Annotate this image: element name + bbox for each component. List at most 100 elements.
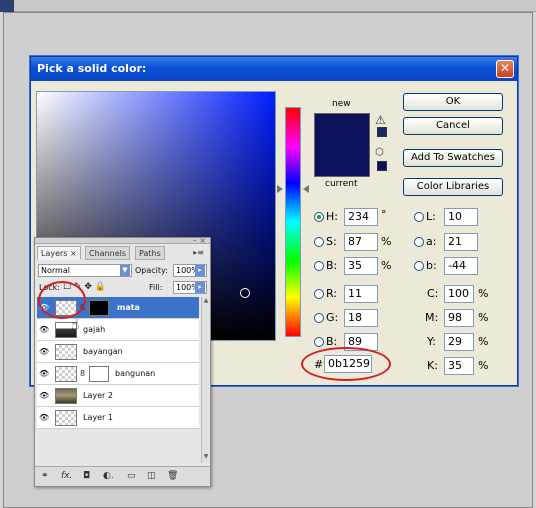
green-label: G: xyxy=(326,311,339,324)
green-input[interactable]: 18 xyxy=(344,309,378,327)
eye-icon[interactable]: 👁 xyxy=(39,347,49,356)
layer-thumbnail xyxy=(55,388,77,404)
layers-scrollbar[interactable]: ▲ ▼ xyxy=(201,297,209,463)
panel-close-icon[interactable]: – × xyxy=(193,236,206,245)
layer-name[interactable]: gajah xyxy=(83,325,105,334)
saturation-input[interactable]: 87 xyxy=(344,233,378,251)
dialog-title: Pick a solid color: xyxy=(37,62,147,75)
blue-radio[interactable] xyxy=(314,337,324,347)
layers-bottom-toolbar: ⚭ fx. ◘ ◐. ▭ ◫ 🗑 xyxy=(35,466,210,486)
chain-icon: 8 xyxy=(80,369,86,378)
layer-name[interactable]: bangunan xyxy=(115,369,155,378)
new-layer-icon[interactable]: ◫ xyxy=(147,471,156,481)
lightness-input[interactable]: 10 xyxy=(444,208,478,226)
hex-label: # xyxy=(314,358,324,371)
layers-panel-grip[interactable]: – × xyxy=(35,236,210,245)
scroll-down-icon[interactable]: ▼ xyxy=(202,453,210,463)
hue-label: H: xyxy=(326,210,338,223)
tab-channels[interactable]: Channels xyxy=(85,246,131,260)
new-color-swatch xyxy=(314,113,370,146)
green-radio[interactable] xyxy=(314,313,324,323)
gamut-warning-icon[interactable]: ⚠ xyxy=(375,113,386,127)
current-color-swatch[interactable] xyxy=(314,146,370,177)
panel-menu-icon[interactable]: ▸≡ xyxy=(193,248,204,257)
layer-row-bangunan[interactable]: 👁 8 bangunan xyxy=(37,363,199,385)
lab-a-label: a: xyxy=(426,235,437,248)
black-input[interactable]: 35 xyxy=(444,357,474,375)
eye-icon[interactable]: 👁 xyxy=(39,413,49,422)
chevron-down-icon: ▼ xyxy=(120,265,130,276)
dialog-titlebar[interactable]: Pick a solid color: ✕ xyxy=(31,57,517,81)
red-radio[interactable] xyxy=(314,289,324,299)
hue-slider-left-arrow[interactable] xyxy=(277,185,283,193)
layer-row-gajah[interactable]: 👁 gajah xyxy=(37,319,199,341)
cancel-button[interactable]: Cancel xyxy=(403,117,503,135)
hue-slider-right-arrow[interactable] xyxy=(303,185,309,193)
ok-button[interactable]: OK xyxy=(403,93,503,111)
cyan-unit: % xyxy=(478,287,489,300)
hue-input[interactable]: 234 xyxy=(344,208,378,226)
magenta-input[interactable]: 98 xyxy=(444,309,474,327)
opacity-arrow-icon: ▸ xyxy=(195,265,205,276)
yellow-input[interactable]: 29 xyxy=(444,333,474,351)
lightness-radio[interactable] xyxy=(414,212,424,222)
web-safe-swatch[interactable] xyxy=(377,161,387,171)
layer-row-layer-1[interactable]: 👁 Layer 1 xyxy=(37,407,199,429)
lab-b-radio[interactable] xyxy=(414,261,424,271)
eye-icon[interactable]: 👁 xyxy=(39,391,49,400)
fill-input[interactable]: 100% ▸ xyxy=(173,281,207,294)
saturation-label: S: xyxy=(326,235,337,248)
opacity-label: Opacity: xyxy=(135,266,168,275)
mask-icon[interactable]: ◘ xyxy=(83,471,90,481)
web-safe-cube-icon[interactable]: ⬡ xyxy=(375,147,384,158)
fx-icon[interactable]: fx. xyxy=(61,471,72,481)
color-libraries-button[interactable]: Color Libraries xyxy=(403,178,503,196)
app-top-strip xyxy=(0,0,536,12)
layer-name[interactable]: Layer 1 xyxy=(83,413,113,422)
app-top-corner xyxy=(0,0,14,12)
layer-name[interactable]: bayangan xyxy=(83,347,123,356)
link-icon[interactable]: ⚭ xyxy=(41,471,49,481)
layer-row-layer-2[interactable]: 👁 Layer 2 xyxy=(37,385,199,407)
red-input[interactable]: 11 xyxy=(344,285,378,303)
current-label: current xyxy=(325,179,358,189)
lab-a-input[interactable]: 21 xyxy=(444,233,478,251)
magenta-label: M: xyxy=(425,311,439,324)
blend-mode-select[interactable]: Normal ▼ xyxy=(38,264,132,277)
saturation-radio[interactable] xyxy=(314,237,324,247)
blend-mode-value: Normal xyxy=(41,266,70,275)
layer-name[interactable]: Layer 2 xyxy=(83,391,113,400)
tab-layers[interactable]: Layers × xyxy=(37,246,81,260)
hex-input[interactable]: 0b1259 xyxy=(324,355,372,373)
eye-icon[interactable]: 👁 xyxy=(39,369,49,378)
hue-radio[interactable] xyxy=(314,212,324,222)
layer-thumbnail xyxy=(55,366,77,382)
cyan-input[interactable]: 100 xyxy=(444,285,474,303)
hue-slider[interactable] xyxy=(285,107,301,337)
layer-name[interactable]: mata xyxy=(117,303,140,312)
color-field-cursor[interactable] xyxy=(240,288,250,298)
gamut-warning-swatch[interactable] xyxy=(377,127,387,137)
scroll-up-icon[interactable]: ▲ xyxy=(202,297,210,307)
hue-unit: ° xyxy=(381,208,387,221)
layer-mask-thumbnail xyxy=(89,366,109,382)
blue-label: B: xyxy=(326,335,338,348)
cyan-label: C: xyxy=(427,287,439,300)
brightness-radio[interactable] xyxy=(314,261,324,271)
lab-b-input[interactable]: -44 xyxy=(444,257,478,275)
folder-icon[interactable]: ▭ xyxy=(127,471,136,481)
trash-icon[interactable]: 🗑 xyxy=(167,471,178,481)
opacity-input[interactable]: 100% ▸ xyxy=(173,264,207,277)
adjustment-icon[interactable]: ◐. xyxy=(103,471,114,481)
lab-a-radio[interactable] xyxy=(414,237,424,247)
close-button[interactable]: ✕ xyxy=(496,60,514,78)
eye-icon[interactable]: 👁 xyxy=(39,325,49,334)
red-label: R: xyxy=(326,287,338,300)
add-to-swatches-button[interactable]: Add To Swatches xyxy=(403,149,503,167)
tab-paths[interactable]: Paths xyxy=(135,246,165,260)
new-label: new xyxy=(332,99,351,109)
layer-thumbnail xyxy=(55,344,77,360)
brightness-input[interactable]: 35 xyxy=(344,257,378,275)
layer-row-bayangan[interactable]: 👁 bayangan xyxy=(37,341,199,363)
saturation-unit: % xyxy=(381,235,392,248)
